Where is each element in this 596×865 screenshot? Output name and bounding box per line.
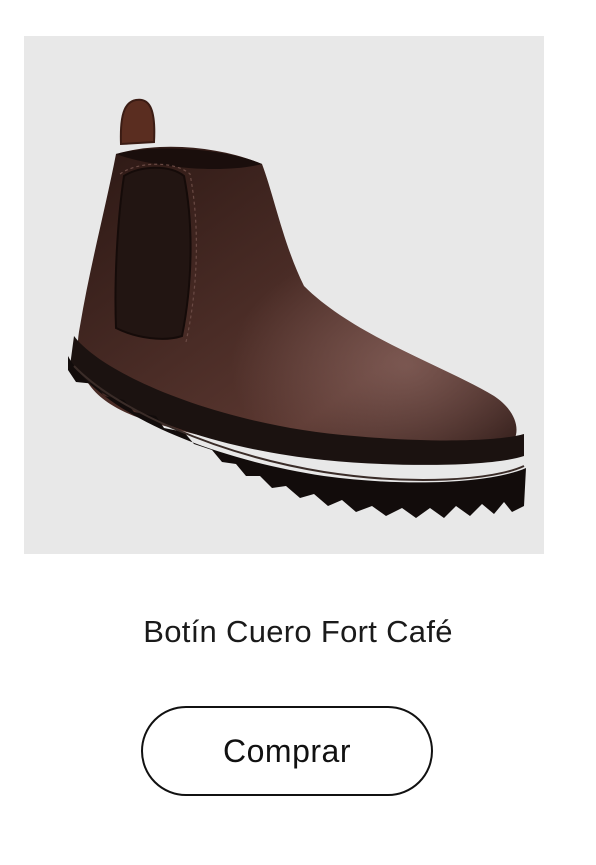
buy-button-label: Comprar — [223, 732, 351, 769]
elastic-gusset — [114, 166, 192, 340]
pull-tab — [119, 98, 156, 146]
chelsea-boot-image — [68, 98, 526, 518]
product-image[interactable] — [24, 36, 544, 554]
product-card: Botín Cuero Fort Café Comprar — [0, 0, 596, 865]
buy-button[interactable]: Comprar — [141, 706, 433, 796]
product-title: Botín Cuero Fort Café — [143, 614, 453, 649]
